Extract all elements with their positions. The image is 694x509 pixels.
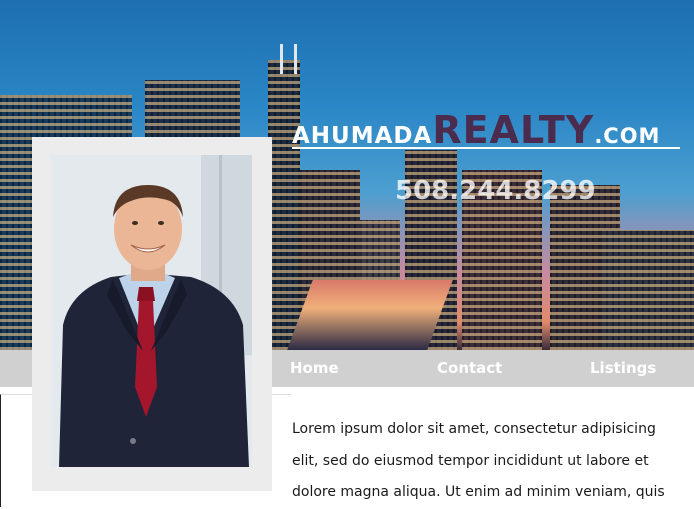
phone-number: 508.244.8299 <box>395 176 596 206</box>
agent-photo <box>51 155 252 467</box>
brand-logo[interactable]: AHUMADAREALTY.COM <box>292 108 684 152</box>
brand-underline <box>292 147 680 149</box>
agent-portrait-image <box>51 155 252 467</box>
skyline-building <box>268 60 300 350</box>
brand-part-1: AHUMADA <box>292 123 433 149</box>
nav-listings[interactable]: Listings <box>590 359 656 377</box>
brand-part-3: .COM <box>594 124 661 148</box>
intro-text: Lorem ipsum dolor sit amet, consectetur … <box>292 421 665 500</box>
skyline-antenna <box>280 44 283 74</box>
nav-contact[interactable]: Contact <box>437 359 502 377</box>
skyline-antenna <box>294 44 297 74</box>
skyline-building <box>600 230 694 350</box>
nav-home[interactable]: Home <box>290 359 339 377</box>
brand-part-2: REALTY <box>432 108 595 152</box>
river <box>287 280 453 350</box>
